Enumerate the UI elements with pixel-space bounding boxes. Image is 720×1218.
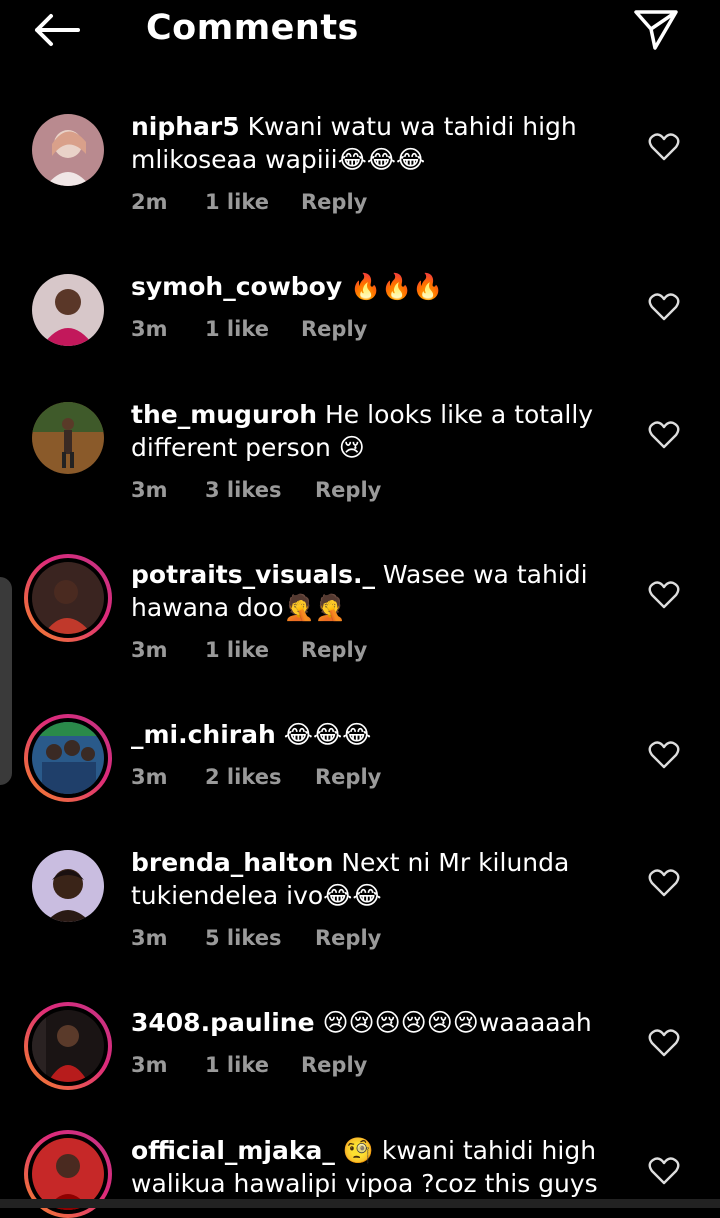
comment-likes[interactable]: 2 likes bbox=[205, 765, 315, 789]
reply-button[interactable]: Reply bbox=[301, 190, 367, 214]
comment-time: 3m bbox=[131, 765, 168, 789]
comment-text: symoh_cowboy 🔥🔥🔥 bbox=[131, 270, 631, 303]
comment-time: 3m bbox=[131, 1053, 168, 1077]
comment-text: 3408.pauline 😢😢😢😢😢😢waaaaah bbox=[131, 1006, 631, 1039]
comment-body: 😢😢😢😢😢😢waaaaah bbox=[314, 1008, 592, 1037]
comment-likes[interactable]: 1 like bbox=[205, 638, 301, 662]
comment-username[interactable]: the_muguroh bbox=[131, 400, 317, 429]
reply-button[interactable]: Reply bbox=[315, 926, 381, 950]
comment-username[interactable]: 3408.pauline bbox=[131, 1008, 315, 1037]
comment-text: brenda_halton Next ni Mr kilunda tukiend… bbox=[131, 846, 631, 912]
comment-time: 2m bbox=[131, 190, 168, 214]
reply-button[interactable]: Reply bbox=[301, 638, 367, 662]
comment-time: 3m bbox=[131, 317, 168, 341]
heart-outline-icon[interactable] bbox=[648, 1028, 680, 1058]
reply-button[interactable]: Reply bbox=[315, 478, 381, 502]
heart-outline-icon[interactable] bbox=[648, 868, 680, 898]
share-button[interactable] bbox=[628, 6, 684, 54]
bottom-edge bbox=[0, 1199, 720, 1208]
comment-meta: 2m 1 like Reply bbox=[131, 190, 367, 214]
comment-meta: 3m 1 like Reply bbox=[131, 317, 367, 341]
back-button[interactable] bbox=[28, 8, 84, 52]
comment-username[interactable]: brenda_halton bbox=[131, 848, 333, 877]
heart-outline-icon[interactable] bbox=[648, 740, 680, 770]
comment-likes[interactable]: 1 like bbox=[205, 1053, 301, 1077]
avatar-story-ring[interactable] bbox=[24, 554, 112, 642]
comment-meta: 3m 5 likes Reply bbox=[131, 926, 381, 950]
arrow-left-icon bbox=[35, 14, 80, 46]
reply-button[interactable]: Reply bbox=[301, 317, 367, 341]
comment-username[interactable]: official_mjaka_ bbox=[131, 1136, 335, 1165]
comment-text: the_muguroh He looks like a totally diff… bbox=[131, 398, 631, 464]
comment-username[interactable]: niphar5 bbox=[131, 112, 240, 141]
avatar[interactable] bbox=[32, 850, 104, 922]
heart-outline-icon[interactable] bbox=[648, 132, 680, 162]
comment-meta: 3m 3 likes Reply bbox=[131, 478, 381, 502]
comment-username[interactable]: potraits_visuals._ bbox=[131, 560, 375, 589]
comment-time: 3m bbox=[131, 926, 168, 950]
comment-likes[interactable]: 3 likes bbox=[205, 478, 315, 502]
avatar[interactable] bbox=[32, 402, 104, 474]
heart-outline-icon[interactable] bbox=[648, 420, 680, 450]
comment-text: official_mjaka_ 🧐 kwani tahidi high wali… bbox=[131, 1134, 631, 1200]
avatar[interactable] bbox=[32, 274, 104, 346]
comment-meta: 3m 1 like Reply bbox=[131, 1053, 367, 1077]
comment-body: 😂😂😂 bbox=[275, 720, 372, 749]
heart-outline-icon[interactable] bbox=[648, 580, 680, 610]
comment-likes[interactable]: 1 like bbox=[205, 190, 301, 214]
comment-text: potraits_visuals._ Wasee wa tahidi hawan… bbox=[131, 558, 631, 624]
scroll-handle[interactable] bbox=[0, 577, 12, 785]
comment-likes[interactable]: 5 likes bbox=[205, 926, 315, 950]
comment-time: 3m bbox=[131, 478, 168, 502]
page-title: Comments bbox=[146, 8, 359, 48]
reply-button[interactable]: Reply bbox=[301, 1053, 367, 1077]
comment-meta: 3m 2 likes Reply bbox=[131, 765, 381, 789]
comment-username[interactable]: symoh_cowboy bbox=[131, 272, 342, 301]
comment-meta: 3m 1 like Reply bbox=[131, 638, 367, 662]
heart-outline-icon[interactable] bbox=[648, 1156, 680, 1186]
comment-text: _mi.chirah 😂😂😂 bbox=[131, 718, 631, 751]
avatar[interactable] bbox=[32, 114, 104, 186]
comment-text: niphar5 Kwani watu wa tahidi high mlikos… bbox=[131, 110, 631, 176]
comment-time: 3m bbox=[131, 638, 168, 662]
reply-button[interactable]: Reply bbox=[315, 765, 381, 789]
avatar-story-ring[interactable] bbox=[24, 714, 112, 802]
comment-likes[interactable]: 1 like bbox=[205, 317, 301, 341]
avatar-story-ring[interactable] bbox=[24, 1002, 112, 1090]
heart-outline-icon[interactable] bbox=[648, 292, 680, 322]
header-bar: Comments bbox=[0, 0, 720, 60]
comment-body: 🔥🔥🔥 bbox=[342, 272, 444, 301]
comment-username[interactable]: _mi.chirah bbox=[131, 720, 276, 749]
paper-plane-icon bbox=[634, 10, 678, 50]
